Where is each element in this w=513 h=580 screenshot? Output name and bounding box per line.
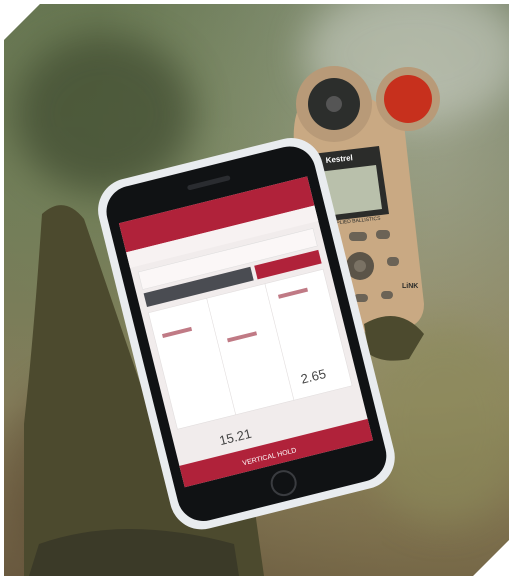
link-badge: LiNK: [402, 283, 418, 290]
product-photo: Kestrel APPLIED BALLISTICS LiNK 15.21 2.…: [4, 4, 509, 576]
